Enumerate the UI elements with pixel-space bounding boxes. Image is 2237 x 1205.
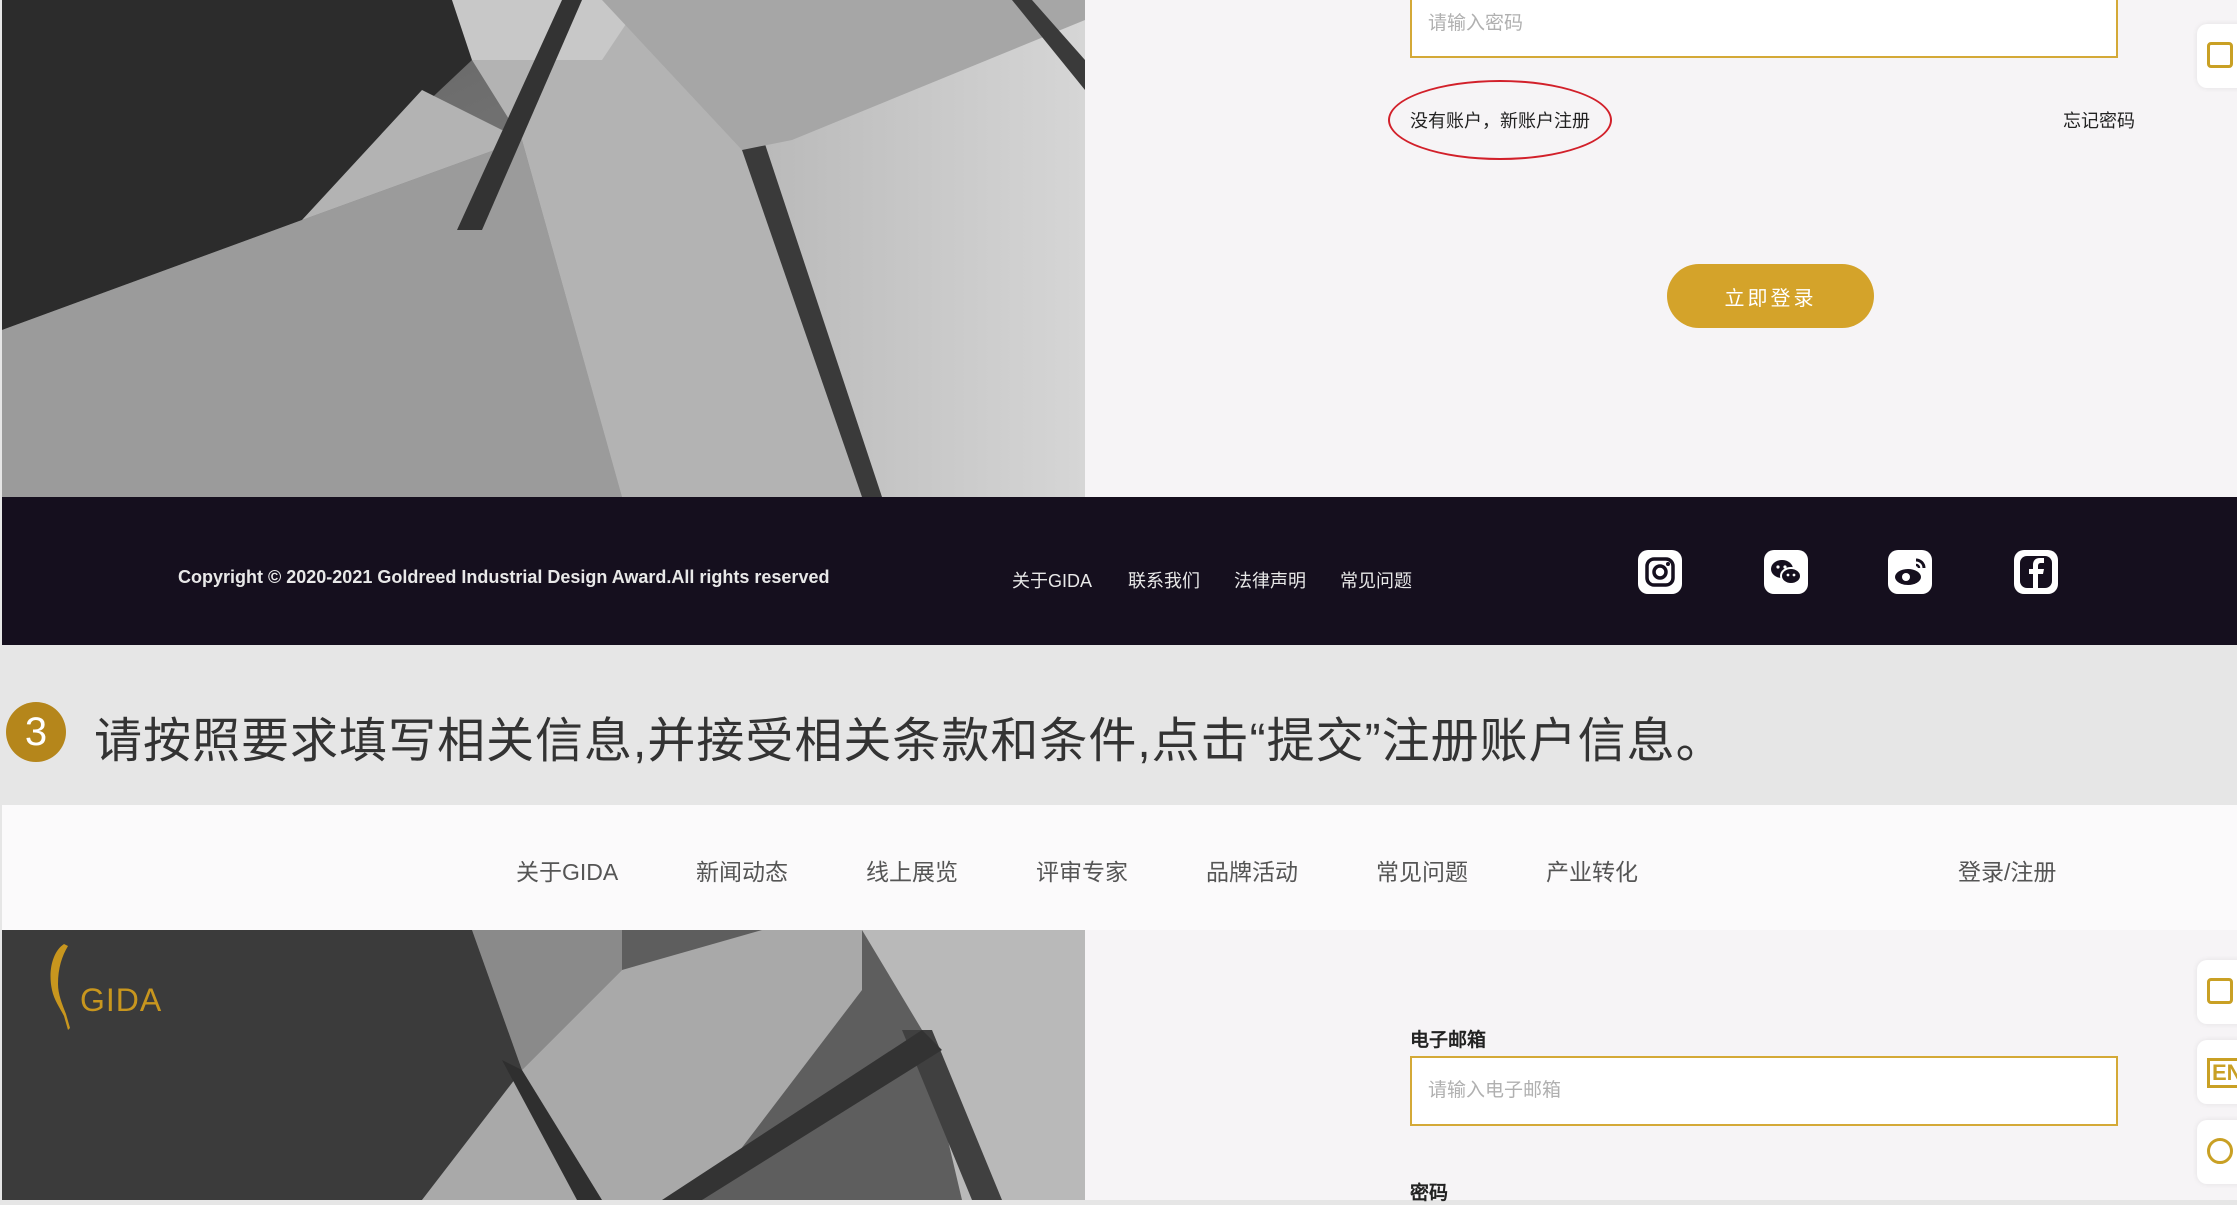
nav-item-events[interactable]: 品牌活动 (1206, 853, 1298, 887)
nav-item-about[interactable]: 关于GIDA (516, 853, 618, 887)
email-input-box[interactable] (1410, 1056, 2118, 1126)
nav-item-exhibition[interactable]: 线上展览 (866, 853, 958, 887)
rail-tab-edit[interactable] (2197, 24, 2237, 88)
rail-tab-language[interactable]: EN (2197, 1040, 2237, 1104)
language-en-icon: EN (2207, 1058, 2237, 1088)
concrete-hero-image-bottom: GIDA (2, 930, 1085, 1200)
password-input-box[interactable] (1410, 0, 2118, 58)
rail-tab-share[interactable] (2197, 1120, 2237, 1184)
nav-item-faq[interactable]: 常见问题 (1376, 853, 1468, 887)
step-instruction-text: 请按照要求填写相关信息,并接受相关条款和条件,点击“提交”注册账户信息。 (94, 715, 1725, 768)
footer-link-legal[interactable]: 法律声明 (1234, 567, 1306, 593)
weibo-icon[interactable] (1888, 550, 1932, 594)
share-icon (2207, 1138, 2233, 1164)
footer-link-faq[interactable]: 常见问题 (1340, 567, 1412, 593)
nav-item-news[interactable]: 新闻动态 (696, 853, 788, 887)
email-label: 电子邮箱 (1410, 1030, 1487, 1051)
logo-text: GIDA (80, 982, 163, 1018)
footer-link-contact[interactable]: 联系我们 (1128, 567, 1200, 593)
gida-logo: GIDA (46, 942, 196, 1052)
login-register-link[interactable]: 登录/注册 (1958, 853, 2056, 887)
wechat-icon[interactable] (1764, 550, 1808, 594)
concrete-hero-image-top (2, 0, 1085, 497)
register-link[interactable]: 没有账户，新账户注册 (1410, 107, 1590, 133)
email-input[interactable] (1412, 1058, 2116, 1124)
facebook-icon[interactable] (2014, 550, 2058, 594)
feather-logo-icon (50, 944, 70, 1030)
instruction-row: 3 请按照要求填写相关信息,并接受相关条款和条件,点击“提交”注册账户信息。 (0, 645, 2237, 805)
rail-tab-register[interactable] (2197, 960, 2237, 1024)
copyright-text: Copyright © 2020-2021 Goldreed Industria… (178, 567, 830, 587)
forgot-password-link[interactable]: 忘记密码 (2063, 107, 2135, 133)
site-navbar: 关于GIDA 新闻动态 线上展览 评审专家 品牌活动 常见问题 产业转化 登录/… (2, 805, 2237, 930)
register-form-icon (2207, 978, 2233, 1004)
login-panel: 没有账户，新账户注册 忘记密码 立即登录 (1085, 0, 2189, 497)
nav-item-judges[interactable]: 评审专家 (1036, 853, 1128, 887)
edit-icon (2207, 42, 2233, 68)
login-button[interactable]: 立即登录 (1667, 264, 1874, 328)
password-input[interactable] (1412, 0, 2116, 56)
nav-item-industry[interactable]: 产业转化 (1546, 853, 1638, 887)
footer-link-about[interactable]: 关于GIDA (1012, 567, 1092, 593)
password-label: 密码 (1410, 1183, 1449, 1204)
instagram-icon[interactable] (1638, 550, 1682, 594)
right-rail-top (2189, 0, 2237, 497)
register-panel: 电子邮箱 密码 (1085, 930, 2189, 1204)
step-number-badge: 3 (6, 702, 66, 762)
site-footer: Copyright © 2020-2021 Goldreed Industria… (2, 497, 2237, 645)
right-rail-bottom: EN (2189, 930, 2237, 1200)
